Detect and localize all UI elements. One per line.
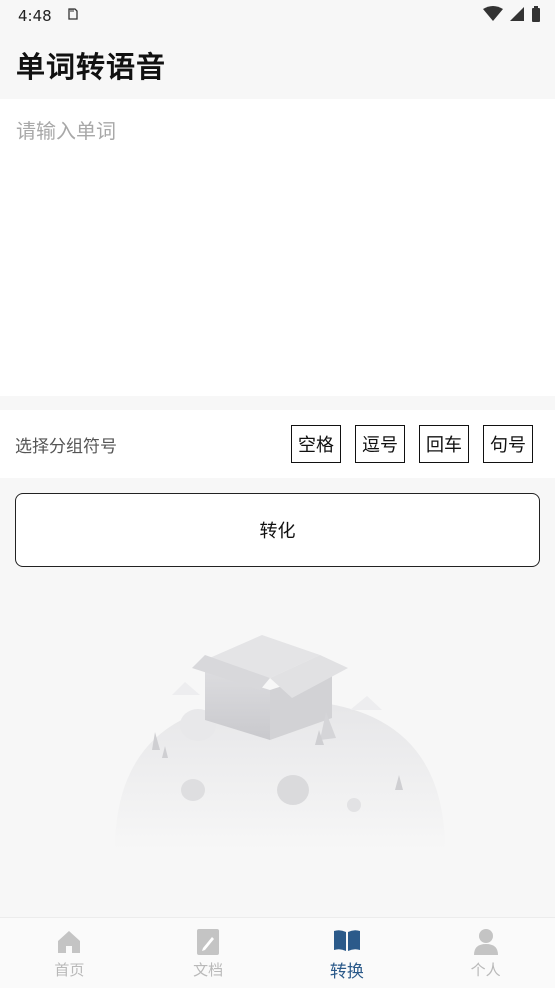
delimiter-period-button[interactable]: 句号 xyxy=(483,425,533,463)
nav-profile-label: 个人 xyxy=(470,960,501,979)
nav-document[interactable]: 文档 xyxy=(139,918,278,988)
bottom-nav: 首页 文档 转换 个人 xyxy=(0,917,555,988)
nav-convert[interactable]: 转换 xyxy=(278,918,417,988)
document-icon xyxy=(197,928,220,955)
word-input-container xyxy=(0,99,555,396)
wifi-icon xyxy=(483,6,503,26)
delimiter-comma-button[interactable]: 逗号 xyxy=(355,425,405,463)
nav-home-label: 首页 xyxy=(54,960,85,979)
nav-convert-label: 转换 xyxy=(329,961,364,982)
page-title: 单词转语音 xyxy=(16,50,167,84)
delimiter-enter-button[interactable]: 回车 xyxy=(419,425,469,463)
signal-icon xyxy=(509,6,525,26)
nav-home[interactable]: 首页 xyxy=(0,918,139,988)
person-icon xyxy=(473,928,498,955)
word-input[interactable] xyxy=(16,115,539,380)
empty-box-illustration xyxy=(115,635,445,850)
status-time: 4:48 xyxy=(18,7,52,25)
delimiter-options: 空格 逗号 回车 句号 xyxy=(291,425,533,463)
storage-icon xyxy=(66,7,80,25)
status-bar: 4:48 xyxy=(0,0,555,32)
convert-button[interactable]: 转化 xyxy=(15,493,540,567)
book-icon xyxy=(333,929,360,951)
nav-document-label: 文档 xyxy=(193,960,224,979)
status-right xyxy=(483,5,541,27)
status-left: 4:48 xyxy=(18,7,80,25)
battery-icon xyxy=(531,5,541,27)
delimiter-space-button[interactable]: 空格 xyxy=(291,425,341,463)
delimiter-label: 选择分组符号 xyxy=(15,436,117,457)
delimiter-row: 选择分组符号 空格 逗号 回车 句号 xyxy=(0,410,555,478)
home-icon xyxy=(58,930,81,953)
nav-profile[interactable]: 个人 xyxy=(416,918,555,988)
header: 单词转语音 xyxy=(0,32,555,98)
